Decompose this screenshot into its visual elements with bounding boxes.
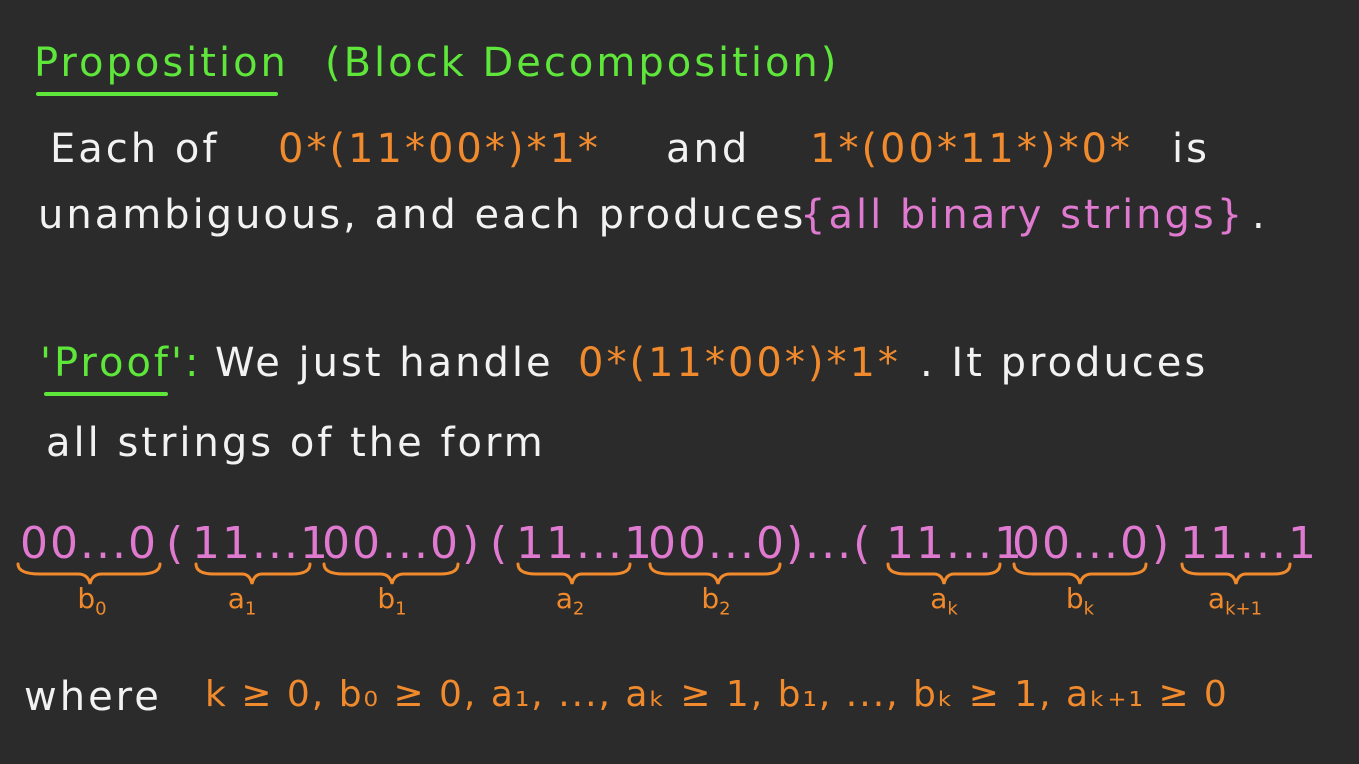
binary-strings-set: {all binary strings} — [800, 192, 1246, 238]
statement-prefix: Each of — [50, 126, 220, 172]
proposition-title: Proposition — [34, 40, 289, 86]
statement-period: . — [1252, 192, 1268, 238]
label-b0: b0 — [77, 582, 107, 620]
proof-line2: all strings of the form — [46, 420, 546, 466]
brace-bk — [1012, 562, 1148, 585]
label-a2: a2 — [555, 582, 585, 620]
where-conditions: k ≥ 0, b₀ ≥ 0, a₁, ..., aₖ ≥ 1, b₁, ...,… — [205, 674, 1229, 715]
proof-regex: 0*(11*00*)*1* — [578, 340, 901, 386]
underbraces — [16, 562, 1292, 585]
brace-b1 — [322, 562, 460, 585]
brace-ak1 — [1180, 562, 1292, 585]
proof-label: 'Proof': — [40, 340, 202, 386]
brace-b2 — [648, 562, 782, 585]
label-ak: ak — [930, 582, 958, 620]
brace-a2 — [516, 562, 632, 585]
brace-ak — [886, 562, 1002, 585]
label-b1: b1 — [377, 582, 407, 620]
proof-text-2: . It produces — [920, 340, 1209, 386]
statement-is: is — [1172, 126, 1210, 172]
whiteboard: Proposition (Block Decomposition) Each o… — [0, 0, 1359, 764]
brace-a1 — [194, 562, 312, 585]
label-bk: bk — [1065, 582, 1095, 620]
proof-text-1: We just handle — [215, 340, 554, 386]
brace-b0 — [16, 562, 162, 585]
title-underline — [36, 92, 278, 96]
proposition-subtitle: (Block Decomposition) — [325, 40, 840, 86]
label-ak1: ak+1 — [1207, 582, 1263, 620]
label-a1: a1 — [227, 582, 257, 620]
where-word: where — [24, 674, 162, 720]
statement-line2: unambiguous, and each produces — [38, 192, 807, 238]
proof-underline — [44, 392, 168, 396]
regex-two: 1*(00*11*)*0* — [810, 126, 1133, 172]
regex-one: 0*(11*00*)*1* — [278, 126, 601, 172]
statement-and: and — [666, 126, 751, 172]
label-b2: b2 — [701, 582, 731, 620]
